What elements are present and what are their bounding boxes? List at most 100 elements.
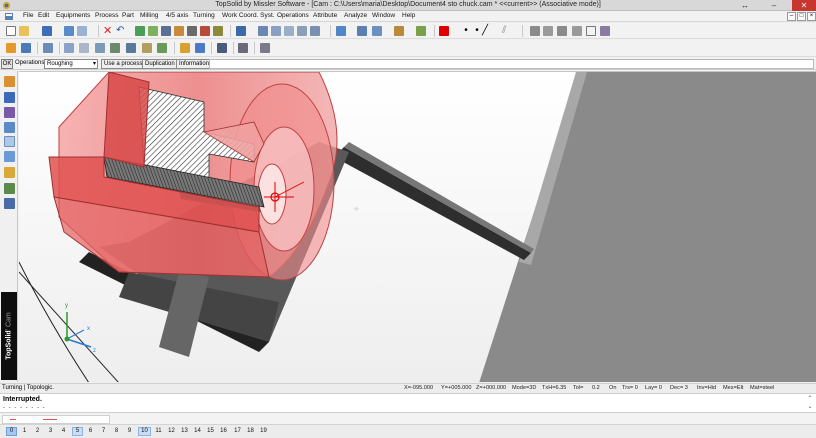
tab-layer-8[interactable]: 8: [111, 427, 122, 436]
tab-layer-14[interactable]: 14: [191, 427, 204, 436]
status-lay[interactable]: Lay= 0: [645, 385, 662, 391]
cycle-icon[interactable]: [126, 43, 136, 53]
menu-milling[interactable]: Milling: [140, 12, 158, 19]
status-mes[interactable]: Mes=Elt: [723, 385, 743, 391]
restore-button[interactable]: ↔: [734, 0, 756, 11]
shape-icon[interactable]: [4, 92, 15, 103]
status-tol-value[interactable]: 0.2: [592, 385, 600, 391]
menu-attribute[interactable]: Attribute: [313, 12, 337, 19]
render-icon[interactable]: [416, 26, 426, 36]
menu-window[interactable]: Window: [372, 12, 395, 19]
menu-turning[interactable]: Turning: [193, 12, 215, 19]
verify-icon[interactable]: [157, 43, 167, 53]
fixture-icon[interactable]: [79, 43, 89, 53]
open-folder-icon[interactable]: [19, 26, 29, 36]
shading-icon[interactable]: [394, 26, 404, 36]
view-icon[interactable]: [372, 26, 382, 36]
minimize-button[interactable]: –: [763, 0, 785, 11]
wire-icon[interactable]: [4, 198, 15, 209]
status-on[interactable]: On: [609, 385, 616, 391]
new-file-icon[interactable]: [6, 26, 16, 36]
electrode-icon[interactable]: [4, 167, 15, 178]
use-process-button[interactable]: Use a process: [101, 59, 146, 69]
machine-icon[interactable]: [64, 43, 74, 53]
hand-icon[interactable]: [200, 26, 210, 36]
sort-icon[interactable]: [161, 26, 171, 36]
zoom-icon[interactable]: [336, 26, 346, 36]
menu-edit[interactable]: Edit: [38, 12, 49, 19]
fillet-icon[interactable]: [297, 26, 307, 36]
tab-layer-13[interactable]: 13: [178, 427, 191, 436]
mdi-restore-button[interactable]: □: [797, 12, 806, 21]
properties-icon[interactable]: [64, 26, 74, 36]
menu-4-5-axis[interactable]: 4/5 axis: [166, 12, 188, 19]
information-button[interactable]: Information: [176, 59, 213, 69]
hatch-icon[interactable]: [284, 26, 294, 36]
table-icon[interactable]: [557, 26, 567, 36]
tab-layer-16[interactable]: 16: [217, 427, 230, 436]
prompt-field[interactable]: [209, 59, 814, 69]
tab-layer-9[interactable]: 9: [124, 427, 135, 436]
scissors-icon[interactable]: [187, 26, 197, 36]
point-style-icon[interactable]: •: [461, 26, 471, 36]
sketch-icon[interactable]: [4, 76, 15, 87]
tools-icon[interactable]: [174, 26, 184, 36]
zoom-all-icon[interactable]: [357, 26, 367, 36]
tab-layer-18[interactable]: 18: [244, 427, 257, 436]
line-type-icon[interactable]: •: [472, 26, 482, 36]
pattern-icon[interactable]: ⫽: [502, 26, 512, 36]
mdi-close-button[interactable]: ×: [807, 12, 816, 21]
scroll-up-icon[interactable]: ⌃: [806, 395, 814, 403]
operation-select[interactable]: Roughing ▾: [44, 59, 98, 69]
save-icon[interactable]: [42, 26, 52, 36]
menu-operations[interactable]: Operations: [277, 12, 309, 19]
tab-layer-19[interactable]: 19: [257, 427, 270, 436]
layer-icon[interactable]: [530, 26, 540, 36]
document-icon[interactable]: [5, 13, 13, 20]
menu-equipments[interactable]: Equipments: [56, 12, 90, 19]
measure-icon[interactable]: [213, 26, 223, 36]
status-txh[interactable]: TxH=6.35: [542, 385, 566, 391]
transform-icon[interactable]: [148, 26, 158, 36]
tab-layer-7[interactable]: 7: [98, 427, 109, 436]
assembly-icon[interactable]: [4, 122, 15, 133]
tool-icon[interactable]: [95, 43, 105, 53]
milling-mode-icon[interactable]: [4, 151, 15, 162]
menu-part[interactable]: Part: [122, 12, 134, 19]
duplication-button[interactable]: Duplication: [142, 59, 178, 69]
tab-layer-4[interactable]: 4: [58, 427, 69, 436]
stock-icon[interactable]: [43, 43, 53, 53]
tab-layer-6[interactable]: 6: [85, 427, 96, 436]
mold-icon[interactable]: [4, 183, 15, 194]
tab-layer-1[interactable]: 1: [19, 427, 30, 436]
cam-setup-icon[interactable]: [6, 43, 16, 53]
tab-layer-3[interactable]: 3: [45, 427, 56, 436]
mdi-minimize-button[interactable]: –: [787, 12, 796, 21]
menu-process[interactable]: Process: [95, 12, 118, 19]
color-icon[interactable]: [439, 26, 449, 36]
tab-layer-15[interactable]: 15: [204, 427, 217, 436]
status-trs[interactable]: Trs= 0: [622, 385, 638, 391]
tab-layer-10[interactable]: 10: [138, 427, 151, 436]
drafting-icon[interactable]: [4, 107, 15, 118]
status-view-mode[interactable]: Mode=3D: [512, 385, 536, 391]
tab-layer-12[interactable]: 12: [165, 427, 178, 436]
menu-analyze[interactable]: Analyze: [344, 12, 367, 19]
scroll-down-icon[interactable]: ⌄: [806, 403, 814, 411]
menu-work-coord-syst[interactable]: Work Coord. Syst.: [222, 12, 275, 19]
catalog-icon[interactable]: [572, 26, 582, 36]
close-button[interactable]: ✕: [792, 0, 816, 11]
ok-button[interactable]: OK: [1, 59, 13, 69]
status-tol[interactable]: Tol=: [573, 385, 583, 391]
nc-code-icon[interactable]: [195, 43, 205, 53]
status-dec[interactable]: Dec= 3: [670, 385, 688, 391]
pointer-icon[interactable]: [236, 26, 246, 36]
line-width-icon[interactable]: ╱: [482, 26, 492, 36]
menu-file[interactable]: File: [23, 12, 33, 19]
menu-help[interactable]: Help: [402, 12, 415, 19]
print-icon[interactable]: [77, 26, 87, 36]
simulation-icon[interactable]: [142, 43, 152, 53]
document-icon[interactable]: [586, 26, 596, 36]
cad-viewport[interactable]: ⌖ y x z: [19, 71, 816, 382]
tab-layer-2[interactable]: 2: [32, 427, 43, 436]
